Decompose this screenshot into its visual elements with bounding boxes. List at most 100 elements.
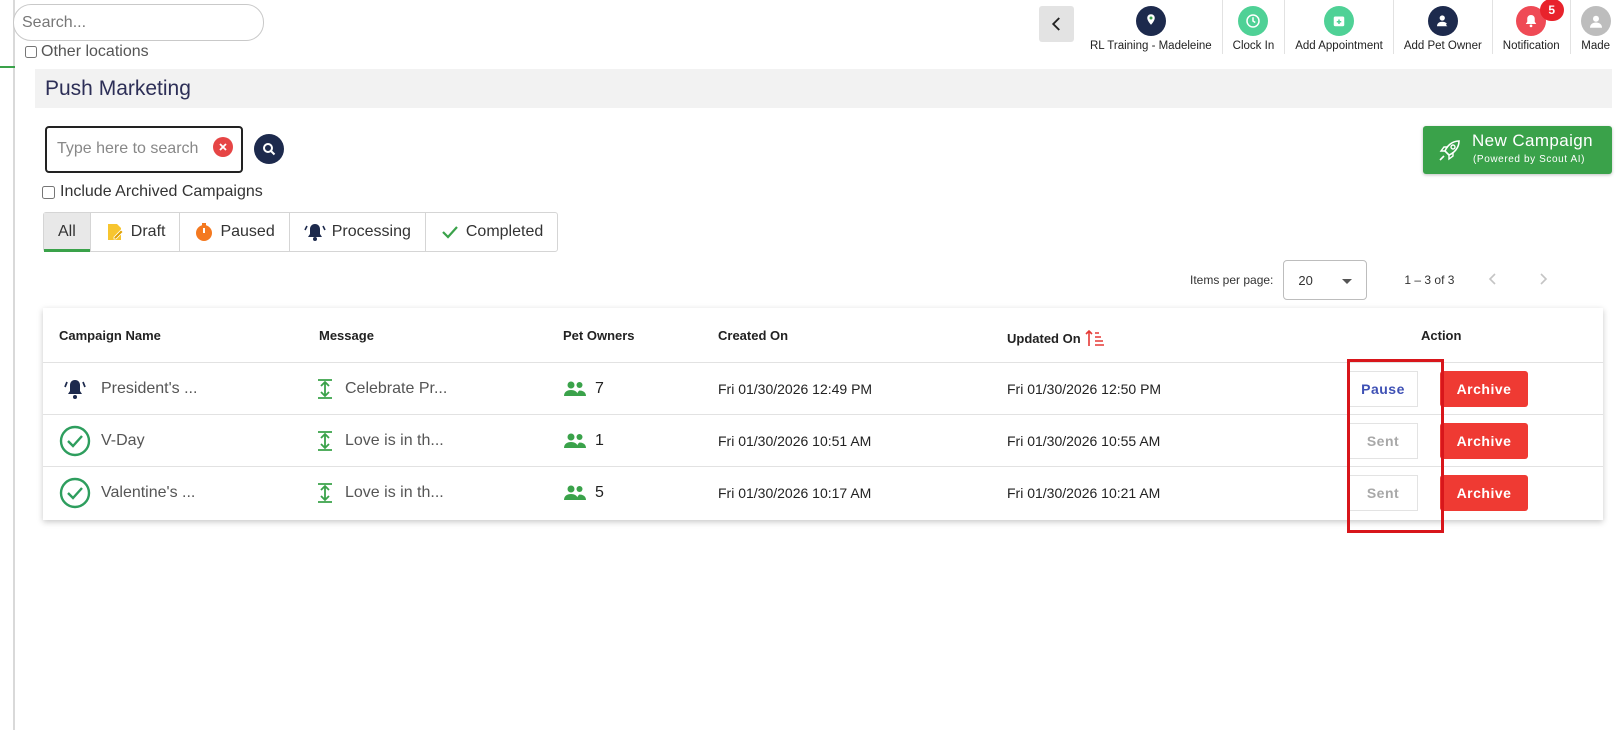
tab-processing-label: Processing [331,223,411,240]
other-locations-option[interactable]: Other locations [25,43,149,61]
people-icon [564,485,586,500]
campaign-message[interactable]: Love is in th... [345,484,444,502]
check-circle-icon [59,425,91,457]
campaign-message[interactable]: Love is in th... [345,432,444,450]
campaign-name[interactable]: V-Day [101,432,145,450]
message-cell: Celebrate Pr... [313,363,447,415]
items-per-page-select[interactable]: 20 [1283,260,1368,300]
pet-owner-count: 5 [595,484,604,501]
campaign-name[interactable]: President's ... [101,380,197,398]
people-icon [564,381,586,396]
location-switch-button[interactable]: RL Training - Madeleine [1080,0,1222,54]
message-cell: Love is in th... [313,415,444,467]
campaign-table: Campaign Name Message Pet Owners Created… [43,308,1603,520]
action-cell: Sent [1348,415,1418,467]
add-appointment-button[interactable]: Add Appointment [1284,0,1393,54]
include-archived-option[interactable]: Include Archived Campaigns [42,183,263,201]
archive-button[interactable]: Archive [1440,475,1528,511]
location-pin-icon [1135,6,1166,36]
updated-on-cell: Fri 01/30/2026 10:55 AM [1007,433,1161,449]
clear-search-icon[interactable] [213,137,233,157]
col-action: Action [1421,328,1462,343]
bell-icon [59,373,91,405]
campaign-search-input[interactable] [57,140,207,158]
paginator: Items per page: 20 1 – 3 of 3 [1190,260,1554,300]
tab-processing[interactable]: Processing [288,213,425,251]
campaign-name-cell: President's ... [59,363,197,415]
message-cell: Love is in th... [313,467,444,519]
location-label: RL Training - Madeleine [1090,40,1212,52]
new-campaign-title: New Campaign [1472,131,1594,150]
created-on-cell: Fri 01/30/2026 12:49 PM [718,381,873,397]
clock-in-label: Clock In [1232,40,1275,52]
include-archived-checkbox[interactable] [42,185,55,199]
add-appointment-label: Add Appointment [1295,40,1383,52]
draft-icon [107,224,124,240]
col-pet-owners[interactable]: Pet Owners [563,328,635,343]
clock-in-button[interactable]: Clock In [1221,0,1285,54]
global-search-input[interactable] [13,4,264,41]
col-updated-on[interactable]: Updated On [1007,328,1105,348]
pet-owners-cell: 1 [563,415,604,467]
tab-completed-label: Completed [465,223,544,240]
table-header: Campaign Name Message Pet Owners Created… [43,308,1603,363]
chevron-right-icon [1540,272,1548,285]
timer-icon [196,223,213,241]
expand-vertical-icon [318,431,332,451]
notification-label: Notification [1502,40,1560,52]
tab-draft-label: Draft [130,223,166,240]
campaign-name[interactable]: Valentine's ... [101,484,195,502]
check-icon [442,226,458,239]
campaign-message[interactable]: Celebrate Pr... [345,380,447,398]
search-icon [263,143,276,156]
tab-completed[interactable]: Completed [424,213,557,251]
col-campaign-name[interactable]: Campaign Name [59,328,161,343]
header-toolbar: RL Training - Madeleine Clock In Add App… [1080,0,1611,54]
table-row[interactable]: V-Day Love is in th... 1 Fri 01/30/2026 … [43,415,1603,467]
pet-owners-cell: 7 [563,363,604,415]
page-title: Push Marketing [45,77,191,100]
other-locations-checkbox[interactable] [25,46,37,58]
add-pet-owner-button[interactable]: Add Pet Owner [1392,0,1492,54]
avatar-icon [1580,6,1611,36]
notification-button[interactable]: Notification 5 [1491,0,1570,54]
tab-all[interactable]: All [44,213,90,252]
sent-button[interactable]: Sent [1348,475,1418,511]
new-campaign-button[interactable]: New Campaign (Powered by Scout AI) [1423,126,1612,174]
sent-button[interactable]: Sent [1348,423,1418,459]
profile-button[interactable]: Made [1569,0,1611,54]
created-on-cell: Fri 01/30/2026 10:17 AM [718,485,872,501]
new-campaign-subtitle: (Powered by Scout AI) [1473,154,1586,165]
collapse-toolbar-button[interactable] [1039,6,1074,42]
col-message[interactable]: Message [319,328,374,343]
next-page-button[interactable] [1532,270,1554,291]
include-archived-label: Include Archived Campaigns [60,183,263,200]
table-row[interactable]: President's ... Celebrate Pr... 7 Fri 01… [43,363,1603,415]
updated-on-cell: Fri 01/30/2026 10:21 AM [1007,485,1161,501]
tab-paused-label: Paused [220,223,275,240]
campaign-search-box [45,126,243,173]
pause-button[interactable]: Pause [1348,371,1418,407]
dropdown-caret-icon [1342,279,1353,284]
rocket-icon [1439,140,1460,161]
notification-count-badge: 5 [1539,0,1564,21]
pet-owner-count: 7 [595,380,604,397]
archive-button[interactable]: Archive [1440,371,1528,407]
search-button[interactable] [254,134,284,164]
archive-button[interactable]: Archive [1440,423,1528,459]
previous-page-button[interactable] [1482,270,1504,291]
tab-paused[interactable]: Paused [179,213,288,251]
pet-owners-cell: 5 [563,467,604,519]
other-locations-label: Other locations [41,43,149,60]
clock-icon [1238,6,1269,36]
col-updated-on-label: Updated On [1007,330,1081,346]
table-row[interactable]: Valentine's ... Love is in th... 5 Fri 0… [43,467,1603,519]
tab-draft[interactable]: Draft [89,213,180,251]
items-per-page-label: Items per page: [1190,273,1274,287]
pet-owner-count: 1 [595,432,604,449]
page-header: Push Marketing [35,69,1612,108]
calendar-add-icon [1324,6,1355,36]
col-created-on[interactable]: Created On [718,328,788,343]
action-cell: Sent [1348,467,1418,519]
expand-vertical-icon [318,379,332,399]
